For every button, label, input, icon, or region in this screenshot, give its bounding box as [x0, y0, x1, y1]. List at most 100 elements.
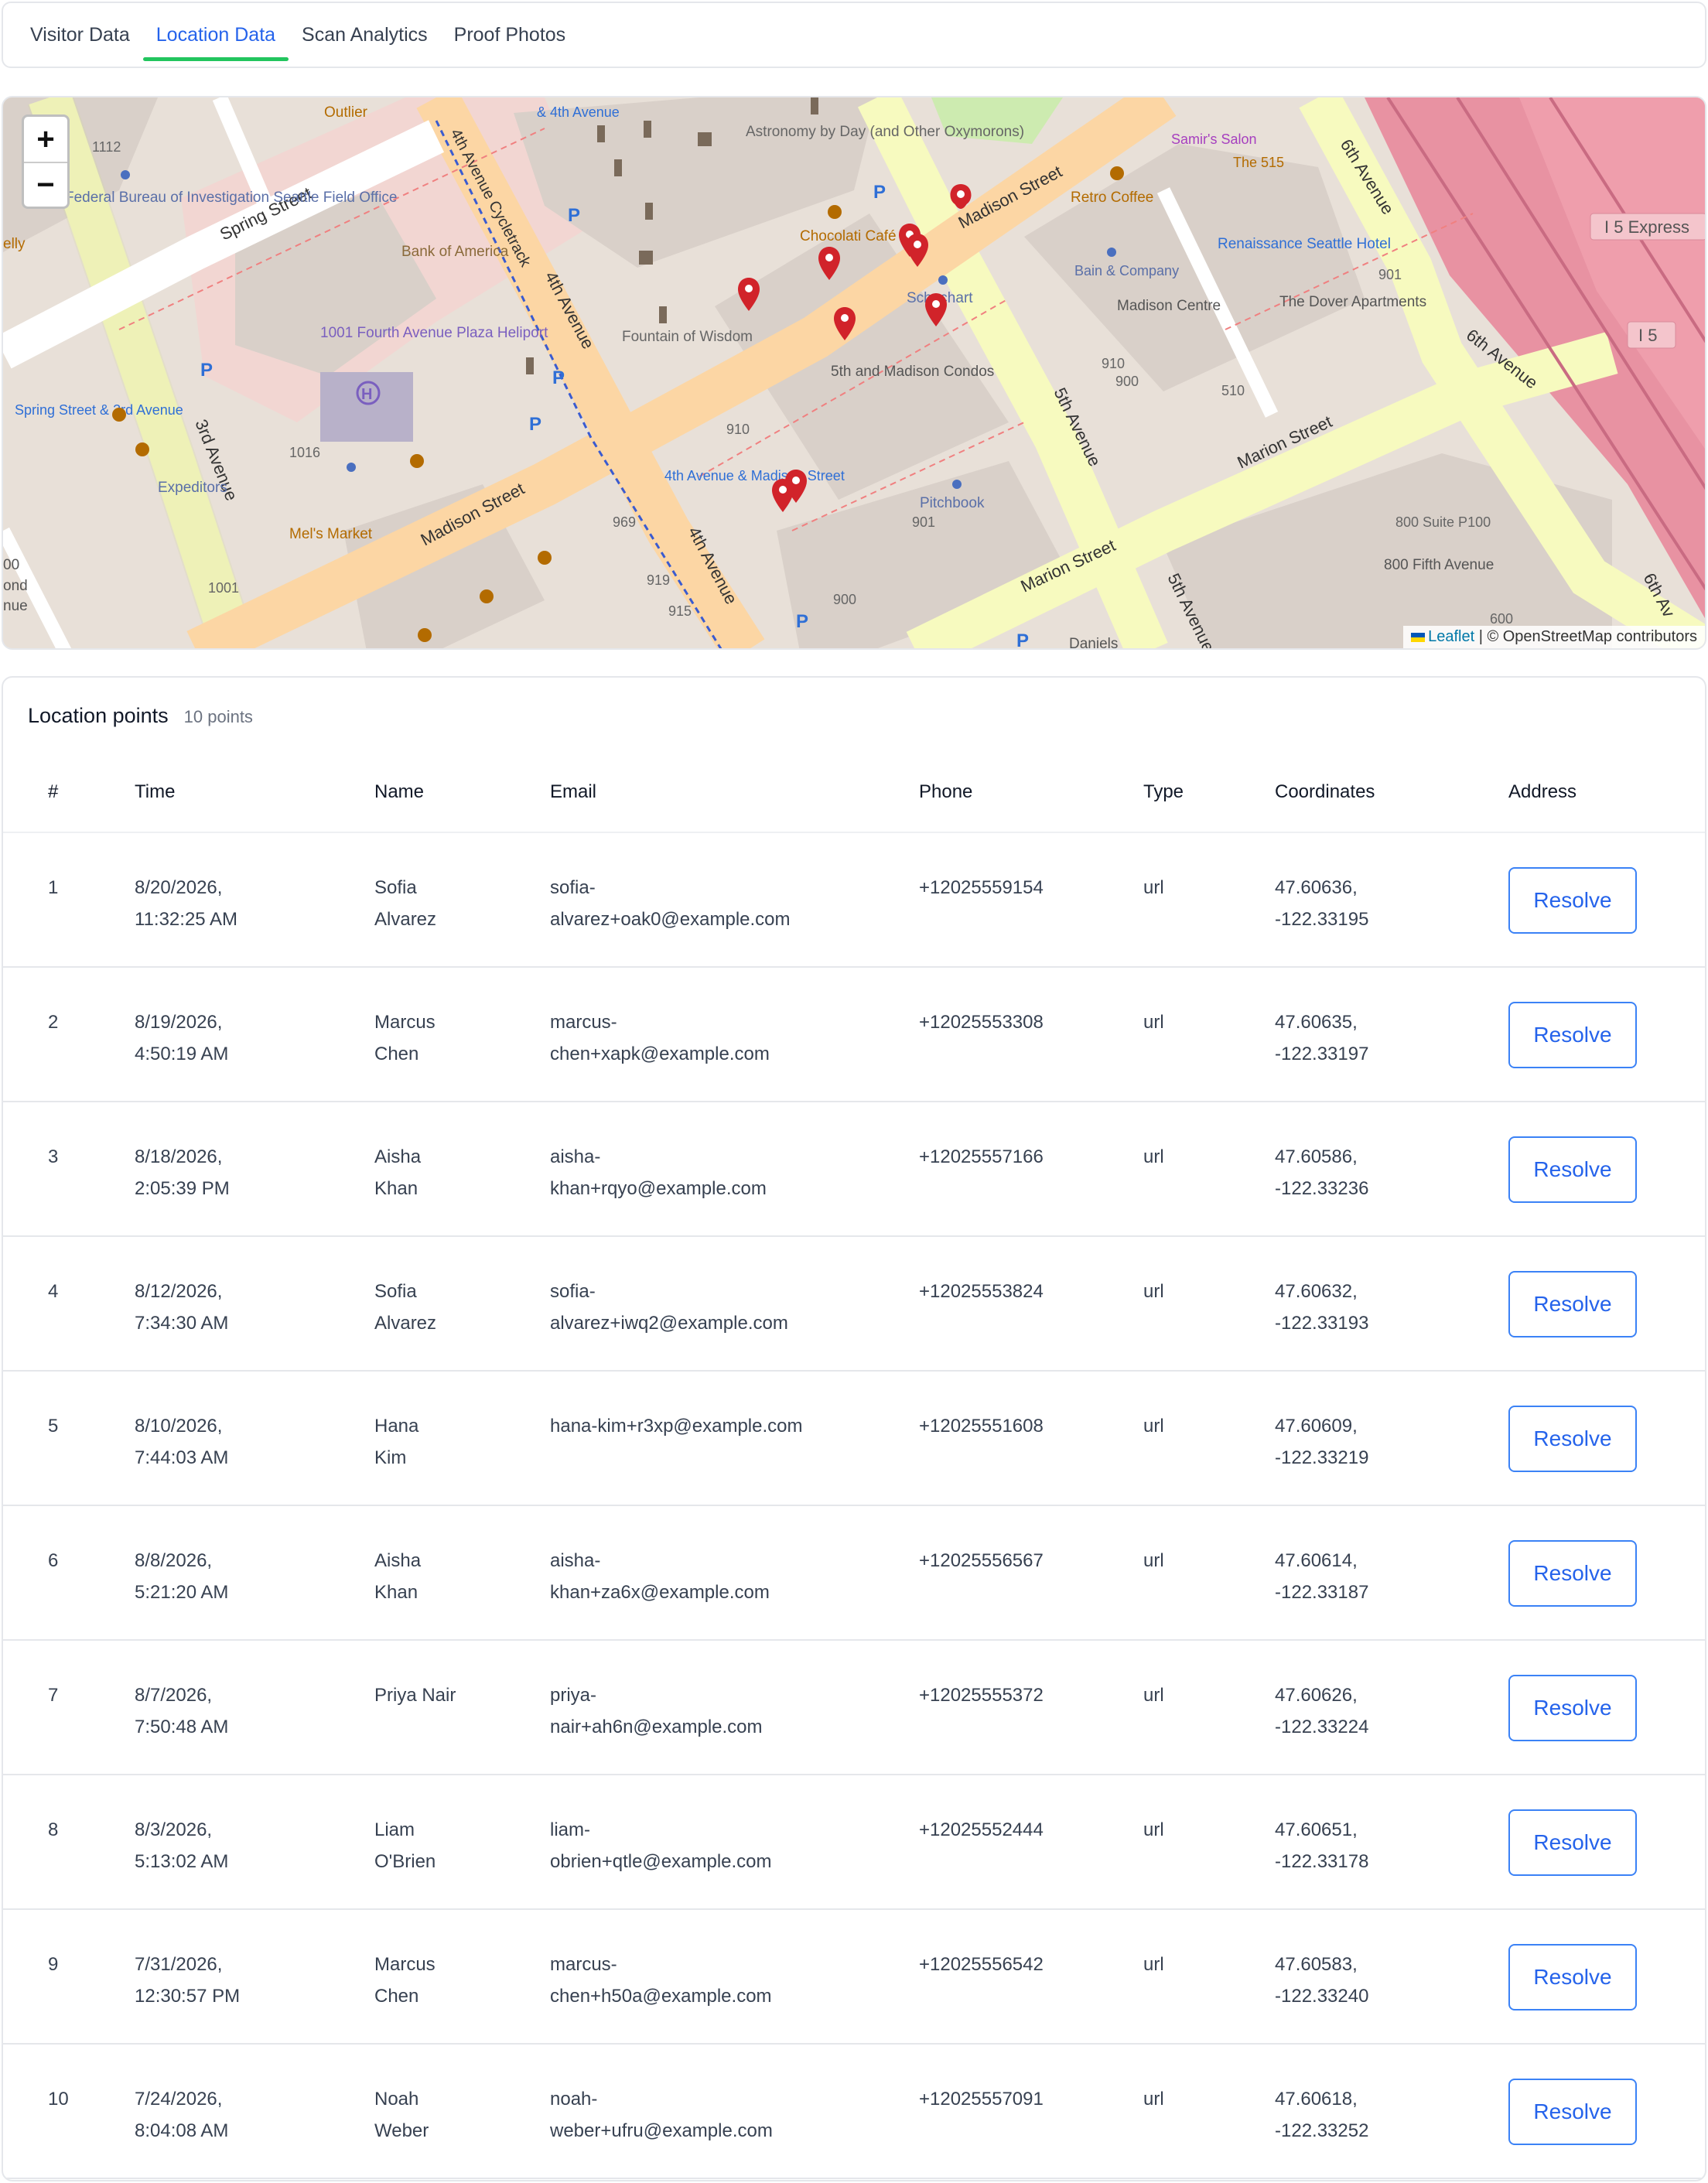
row-number-line: 8	[48, 1819, 59, 1840]
row-coordinates: 47.60609, -122.33219	[1275, 1371, 1508, 1506]
row-time: 8/8/2026, 5:21:20 AM	[135, 1505, 374, 1641]
row-email-line: aisha-	[550, 1146, 601, 1167]
map-label-number: 510	[1221, 383, 1245, 398]
row-email-line: nair+ah6n@example.com	[550, 1717, 763, 1737]
zoom-control: + −	[22, 114, 70, 209]
row-time: 8/10/2026, 7:44:03 AM	[135, 1371, 374, 1506]
tab-location-data[interactable]: Location Data	[142, 2, 289, 67]
map-label-bain: Bain & Company	[1074, 263, 1179, 278]
row-number: 7	[3, 1640, 135, 1775]
row-email-line: obrien+qtle@example.com	[550, 1851, 772, 1872]
resolve-button[interactable]: Resolve	[1508, 2079, 1637, 2145]
map-label-fragment: ond	[3, 578, 28, 594]
row-email: marcus-chen+xapk@example.com	[550, 967, 919, 1102]
row-name-line: Khan	[374, 1582, 418, 1603]
row-address: Resolve	[1508, 1640, 1705, 1775]
row-coordinates-line: 47.60632,	[1275, 1281, 1358, 1302]
row-time-line: 11:32:25 AM	[135, 909, 237, 930]
row-email-line: noah-	[550, 2089, 598, 2110]
svg-text:P: P	[796, 611, 808, 632]
svg-text:P: P	[552, 367, 565, 388]
table-row: 6 8/8/2026, 5:21:20 AM Aisha Khan aisha-khan+…	[3, 1505, 1705, 1641]
row-phone-line: +12025551608	[919, 1416, 1044, 1437]
table-row: 9 7/31/2026, 12:30:57 PM Marcus Chen marcus-c…	[3, 1909, 1705, 2045]
zoom-out-button[interactable]: −	[24, 162, 67, 207]
row-type: url	[1143, 832, 1275, 968]
row-name: Noah Weber	[374, 2044, 550, 2179]
map-tiles: Spring Street Madison Street Madison Str…	[3, 97, 1705, 648]
column-header: Address	[1508, 752, 1705, 833]
tab-proof-photos[interactable]: Proof Photos	[441, 2, 579, 67]
row-coordinates-line: -122.33195	[1275, 909, 1369, 930]
row-time-line: 7/24/2026,	[135, 2089, 223, 2110]
row-time-line: 2:05:39 PM	[135, 1178, 230, 1199]
resolve-button[interactable]: Resolve	[1508, 867, 1637, 934]
resolve-button[interactable]: Resolve	[1508, 1675, 1637, 1741]
row-time-line: 7:44:03 AM	[135, 1447, 229, 1468]
row-time-line: 8/18/2026,	[135, 1146, 223, 1167]
row-time-line: 8/20/2026,	[135, 877, 223, 898]
zoom-in-button[interactable]: +	[24, 117, 67, 162]
row-time: 8/12/2026, 7:34:30 AM	[135, 1236, 374, 1372]
row-email: noah-weber+ufru@example.com	[550, 2044, 919, 2179]
row-coordinates-line: 47.60636,	[1275, 877, 1358, 898]
row-type: url	[1143, 1775, 1275, 1910]
row-time-line: 8/3/2026,	[135, 1819, 213, 1840]
svg-text:P: P	[568, 205, 580, 226]
column-header: Type	[1143, 752, 1275, 833]
resolve-button[interactable]: Resolve	[1508, 1944, 1637, 2010]
row-number-line: 1	[48, 877, 59, 898]
row-email-line: chen+xapk@example.com	[550, 1044, 770, 1064]
resolve-button[interactable]: Resolve	[1508, 1271, 1637, 1337]
row-time-line: 8/10/2026,	[135, 1416, 223, 1437]
table-header-row: # Time Name Email Phone Type Coordinates…	[3, 752, 1705, 833]
table-row: 4 8/12/2026, 7:34:30 AM Sofia Alvarez sofia-a…	[3, 1236, 1705, 1372]
row-name-line: O'Brien	[374, 1851, 436, 1872]
row-coordinates: 47.60586, -122.33236	[1275, 1102, 1508, 1237]
resolve-button[interactable]: Resolve	[1508, 1002, 1637, 1068]
map-label-number: 915	[668, 603, 692, 619]
map-label-outlier: Outlier	[324, 104, 368, 121]
row-email-line: hana-kim+r3xp@example.com	[550, 1416, 803, 1437]
row-coordinates-line: 47.60583,	[1275, 1954, 1358, 1975]
column-header: Email	[550, 752, 919, 833]
row-name-line: Aisha	[374, 1550, 422, 1571]
row-number-line: 9	[48, 1954, 59, 1975]
attribution-text: | © OpenStreetMap contributors	[1478, 628, 1697, 645]
row-name: Liam O'Brien	[374, 1775, 550, 1910]
table-row: 2 8/19/2026, 4:50:19 AM Marcus Chen marcus-ch…	[3, 967, 1705, 1102]
map-label-number: 00	[3, 557, 19, 573]
tab-scan-analytics[interactable]: Scan Analytics	[289, 2, 441, 67]
row-time: 8/18/2026, 2:05:39 PM	[135, 1102, 374, 1237]
map-label-fountain: Fountain of Wisdom	[622, 329, 753, 345]
row-coordinates-line: -122.33197	[1275, 1044, 1369, 1064]
row-name: Sofia Alvarez	[374, 1236, 550, 1372]
row-email: liam-obrien+qtle@example.com	[550, 1775, 919, 1910]
resolve-button[interactable]: Resolve	[1508, 1809, 1637, 1876]
leaflet-link[interactable]: Leaflet	[1428, 628, 1474, 645]
map-label-samirs: Samir's Salon	[1171, 132, 1256, 147]
table-row: 7 8/7/2026, 7:50:48 AM Priya Nair priya-nair…	[3, 1640, 1705, 1775]
map-label-number: 910	[1102, 356, 1125, 371]
location-map[interactable]: Spring Street Madison Street Madison Str…	[2, 96, 1706, 650]
map-label-condos: 5th and Madison Condos	[831, 364, 994, 380]
row-email-line: sofia-	[550, 877, 596, 898]
map-label-dover: The Dover Apartments	[1279, 294, 1426, 310]
map-label-bank-of-america: Bank of America	[401, 244, 509, 260]
row-email-line: weber+ufru@example.com	[550, 2120, 773, 2141]
resolve-button[interactable]: Resolve	[1508, 1136, 1637, 1203]
tab-visitor-data[interactable]: Visitor Data	[17, 2, 143, 67]
map-label-number: 919	[647, 572, 670, 588]
row-time-line: 8/8/2026,	[135, 1550, 213, 1571]
map-label-madison-centre: Madison Centre	[1117, 298, 1221, 314]
row-address: Resolve	[1508, 1775, 1705, 1910]
row-address: Resolve	[1508, 2044, 1705, 2179]
row-type-line: url	[1143, 1146, 1164, 1167]
row-coordinates-line: 47.60618,	[1275, 2089, 1358, 2110]
row-phone-line: +12025553308	[919, 1012, 1044, 1033]
row-type: url	[1143, 1909, 1275, 2045]
resolve-button[interactable]: Resolve	[1508, 1540, 1637, 1607]
table-row: 8 8/3/2026, 5:13:02 AM Liam O'Brien liam-obri…	[3, 1775, 1705, 1910]
row-name-line: Alvarez	[374, 909, 437, 930]
resolve-button[interactable]: Resolve	[1508, 1406, 1637, 1472]
